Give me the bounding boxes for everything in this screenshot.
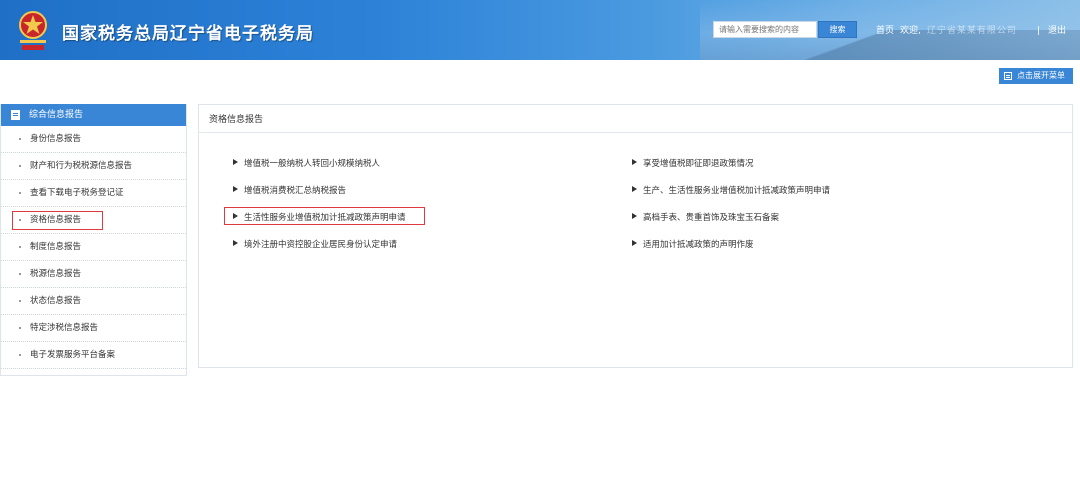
sidebar-item-label: 身份信息报告 (30, 134, 82, 144)
sidebar-item[interactable]: 电子发票服务平台备案 (1, 342, 186, 369)
sidebar-item[interactable]: 身份信息报告 (1, 126, 186, 153)
policy-link[interactable]: 增值税消费税汇总纳税报告 (233, 184, 346, 196)
policy-link[interactable]: 享受增值税即征即退政策情况 (632, 157, 754, 169)
top-banner: 国家税务总局辽宁省电子税务局 搜索 首页欢迎, 辽宁省某某有限公司 | 退出 (0, 0, 1080, 60)
sidebar-heading-label: 综合信息报告 (29, 110, 84, 120)
policy-link-label: 享受增值税即征即退政策情况 (643, 159, 754, 169)
triangle-bullet-icon (233, 159, 238, 165)
policy-link-label: 适用加计抵减政策的声明作废 (643, 240, 754, 250)
sidebar-item-label: 查看下载电子税务登记证 (30, 188, 124, 198)
top-links: 首页 欢迎, 辽宁省某某有限公司 | 退出 (876, 23, 1072, 36)
triangle-bullet-icon (632, 213, 637, 219)
policy-link-label: 增值税消费税汇总纳税报告 (244, 186, 347, 196)
home-link[interactable]: 首页 (876, 26, 894, 36)
sidebar-item-label: 税源信息报告 (30, 269, 82, 279)
tax-bureau-emblem-icon (19, 11, 47, 50)
user-name: 辽宁省某某有限公司 (926, 26, 1017, 36)
panel-title: 资格信息报告 (199, 105, 1072, 133)
policy-link[interactable]: 增值税一般纳税人转回小规模纳税人 (233, 157, 380, 169)
sidebar-item-label: 电子发票服务平台备案 (30, 350, 116, 360)
policy-link-label: 高档手表、贵重首饰及珠宝玉石备案 (643, 213, 780, 223)
triangle-bullet-icon (632, 240, 637, 246)
logout-link[interactable]: 退出 (1048, 26, 1066, 36)
document-icon (11, 110, 20, 120)
triangle-bullet-icon (632, 159, 637, 165)
bullet-icon (19, 138, 21, 140)
triangle-bullet-icon (233, 186, 238, 192)
triangle-bullet-icon (233, 240, 238, 246)
highlight-box (224, 207, 425, 225)
sidebar-item[interactable]: 状态信息报告 (1, 288, 186, 315)
bullet-icon (19, 300, 21, 302)
sidebar-item[interactable]: 资格信息报告 (1, 207, 186, 234)
sidebar-item[interactable]: 制度信息报告 (1, 234, 186, 261)
policy-link[interactable]: 高档手表、贵重首饰及珠宝玉石备案 (632, 211, 779, 223)
policy-link[interactable]: 适用加计抵减政策的声明作废 (632, 238, 754, 250)
menu-icon (1004, 72, 1012, 80)
welcome-text: 欢迎, (900, 26, 921, 36)
sidebar-item[interactable]: 特定涉税信息报告 (1, 315, 186, 342)
highlight-box (12, 211, 103, 230)
policy-link-label: 生产、生活性服务业增值税加计抵减政策声明申请 (643, 186, 831, 196)
expand-menu-label: 点击展开菜单 (1017, 71, 1065, 80)
sidebar-item[interactable]: 税源信息报告 (1, 261, 186, 288)
policy-link[interactable]: 生产、生活性服务业增值税加计抵减政策声明申请 (632, 184, 830, 196)
bullet-icon (19, 165, 21, 167)
bullet-icon (19, 273, 21, 275)
triangle-bullet-icon (632, 186, 637, 192)
policy-link-label: 增值税一般纳税人转回小规模纳税人 (244, 159, 381, 169)
content-panel: 资格信息报告 增值税一般纳税人转回小规模纳税人 增值税消费税汇总纳税报告 生活性服务… (198, 104, 1073, 368)
expand-menu-button[interactable]: 点击展开菜单 (999, 68, 1073, 84)
divider: | (1036, 26, 1040, 36)
sidebar-item-label: 制度信息报告 (30, 242, 82, 252)
policy-link[interactable]: 境外注册中资控股企业居民身份认定申请 (233, 238, 397, 250)
sidebar-item[interactable]: 查看下载电子税务登记证 (1, 180, 186, 207)
search-input[interactable] (713, 21, 817, 38)
bullet-icon (19, 246, 21, 248)
search-button[interactable]: 搜索 (818, 21, 857, 38)
bullet-icon (19, 192, 21, 194)
sidebar-item[interactable]: 财产和行为税税源信息报告 (1, 153, 186, 180)
site-title: 国家税务总局辽宁省电子税务局 (62, 24, 314, 44)
sidebar-heading[interactable]: 综合信息报告 (1, 104, 186, 126)
policy-link-label: 境外注册中资控股企业居民身份认定申请 (244, 240, 398, 250)
sidebar-item-label: 财产和行为税税源信息报告 (30, 161, 133, 171)
bullet-icon (19, 327, 21, 329)
bullet-icon (19, 354, 21, 356)
sidebar-item-label: 状态信息报告 (30, 296, 82, 306)
sidebar: 综合信息报告 身份信息报告财产和行为税税源信息报告 查看下载电子税务登记证资格信息… (0, 104, 187, 376)
sidebar-item-label: 特定涉税信息报告 (30, 323, 99, 333)
sidebar-list: 身份信息报告财产和行为税税源信息报告 查看下载电子税务登记证资格信息报告制度信息报… (1, 126, 186, 369)
